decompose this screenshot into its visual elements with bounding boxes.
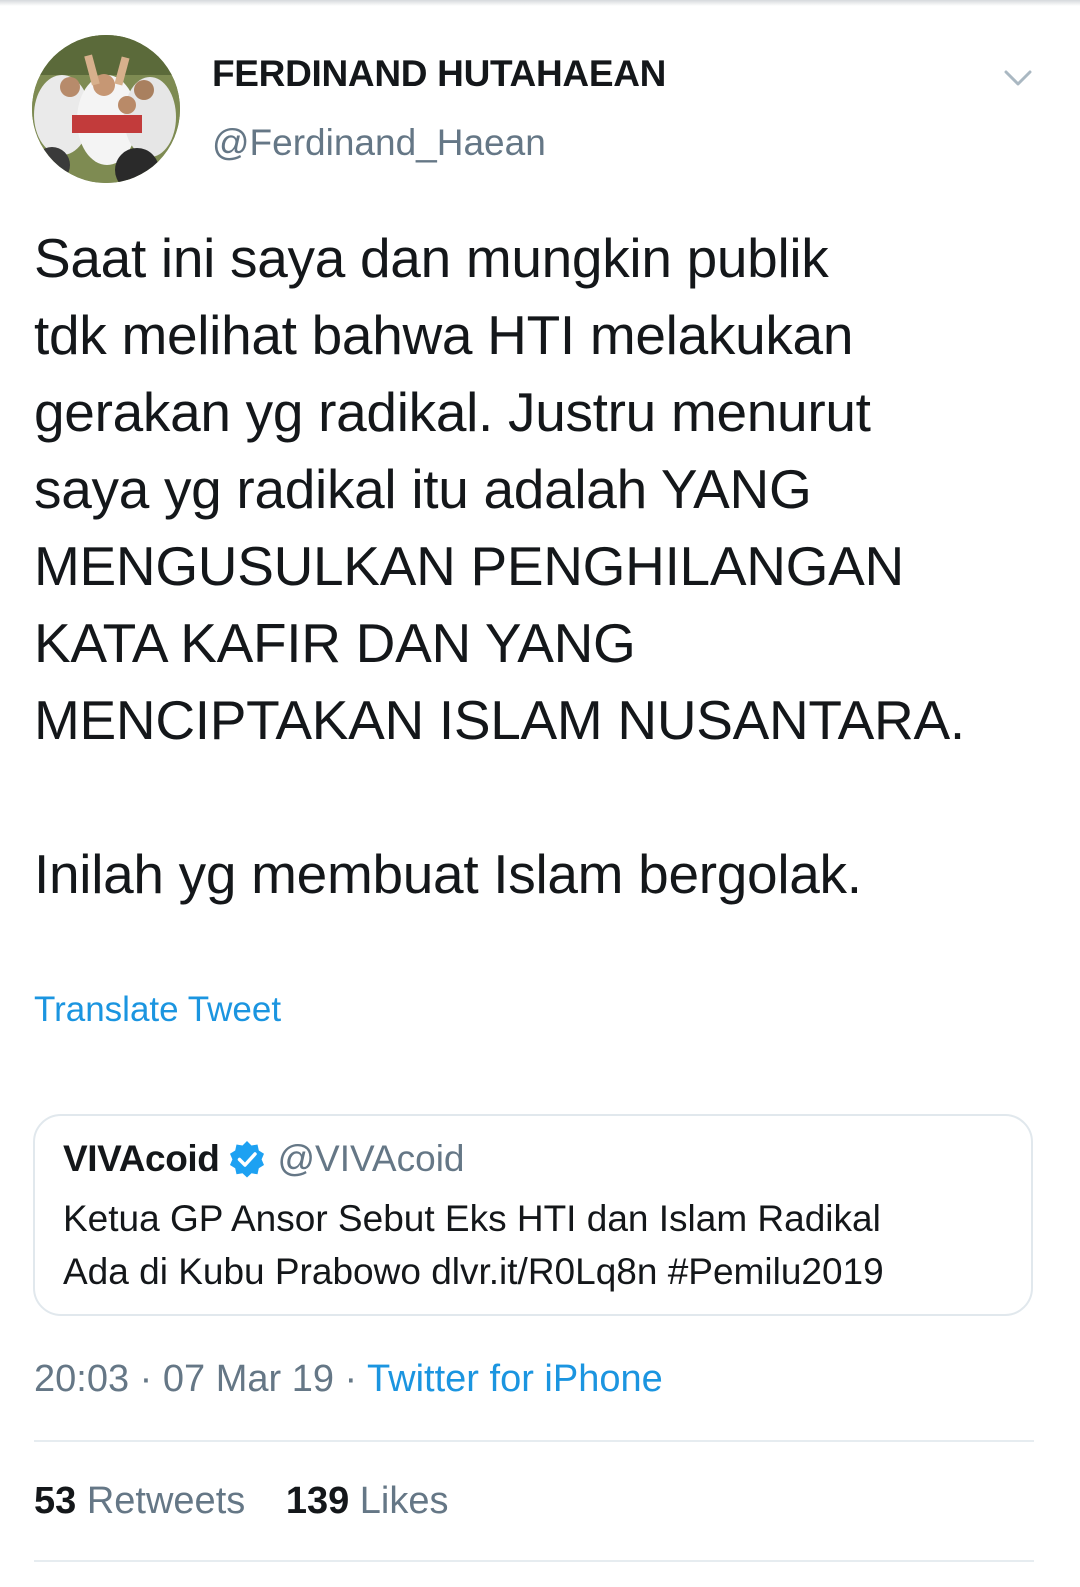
avatar[interactable]	[32, 35, 180, 183]
tweet-meta: 20:03 · 07 Mar 19 · Twitter for iPhone	[34, 1358, 663, 1401]
retweets-count: 53	[34, 1480, 77, 1522]
tweet-text-line: Inilah yg membuat Islam bergolak.	[34, 843, 862, 905]
tweet-text-line: MENCIPTAKAN ISLAM NUSANTARA.	[34, 689, 965, 751]
retweets-stat[interactable]: 53 Retweets	[34, 1480, 245, 1522]
likes-count: 139	[285, 1480, 350, 1522]
translate-tweet-link[interactable]: Translate Tweet	[34, 990, 281, 1030]
quoted-tweet-card[interactable]: VIVAcoid @VIVAcoid Ketua GP Ansor Sebut …	[33, 1114, 1033, 1316]
divider	[34, 1560, 1034, 1562]
tweet-text-line: KATA KAFIR DAN YANG	[34, 612, 636, 674]
chevron-down-icon[interactable]	[998, 58, 1038, 98]
quoted-text-line: Ada di Kubu Prabowo dlvr.it/R0Lq8n #Pemi…	[63, 1251, 884, 1292]
tweet-text-line: gerakan yg radikal. Justru menurut	[34, 381, 871, 443]
tweet-text: Saat ini saya dan mungkin publik tdk mel…	[34, 220, 1044, 913]
tweet-source-link[interactable]: Twitter for iPhone	[367, 1358, 663, 1400]
username[interactable]: @Ferdinand_Haean	[212, 122, 546, 164]
tweet-text-line: tdk melihat bahwa HTI melakukan	[34, 304, 854, 366]
quoted-tweet-text: Ketua GP Ansor Sebut Eks HTI dan Islam R…	[63, 1192, 1013, 1298]
retweets-label: Retweets	[86, 1480, 246, 1522]
tweet-timestamp[interactable]: 20:03 · 07 Mar 19 ·	[34, 1358, 367, 1400]
quoted-username: @VIVAcoid	[277, 1138, 465, 1179]
display-name[interactable]: FERDINAND HUTAHAEAN	[212, 53, 666, 95]
tweet-text-line: saya yg radikal itu adalah YANG	[34, 458, 812, 520]
engagement-stats: 53 Retweets 139 Likes	[34, 1480, 479, 1523]
avatar-photo	[32, 35, 180, 183]
tweet-text-line: MENGUSULKAN PENGHILANGAN	[34, 535, 904, 597]
top-edge-shadow	[0, 0, 1080, 6]
tweet-text-line: Saat ini saya dan mungkin publik	[34, 227, 829, 289]
quoted-display-name: VIVAcoid	[63, 1138, 220, 1179]
divider	[34, 1440, 1034, 1442]
likes-label: Likes	[359, 1480, 449, 1522]
quoted-text-line: Ketua GP Ansor Sebut Eks HTI dan Islam R…	[63, 1198, 881, 1239]
likes-stat[interactable]: 139 Likes	[286, 1480, 449, 1522]
verified-badge-icon	[227, 1139, 267, 1179]
quoted-tweet-header: VIVAcoid @VIVAcoid	[63, 1138, 465, 1180]
